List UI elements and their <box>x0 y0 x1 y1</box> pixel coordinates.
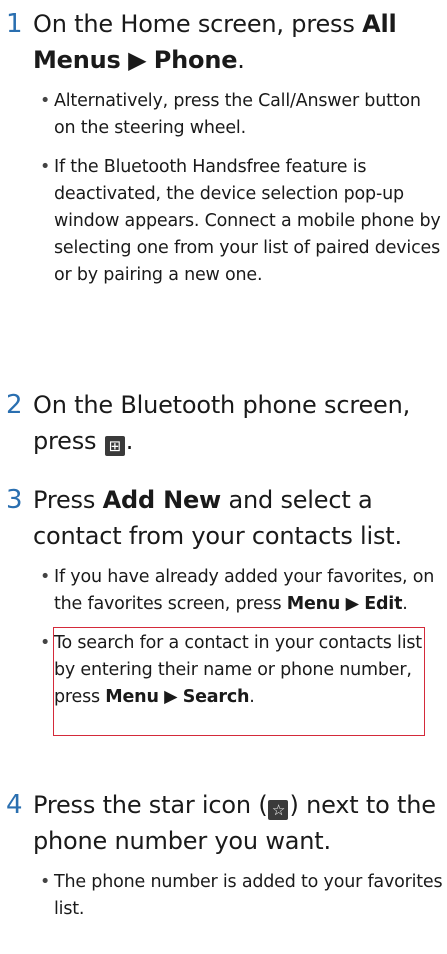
bullet-item: The phone number is added to your favori… <box>40 869 447 923</box>
step-text-part: . <box>237 46 245 74</box>
step-text-part: On the Bluetooth phone screen, press <box>33 391 411 455</box>
arrow-icon: ▶ <box>164 687 178 707</box>
menu-label-phone: Phone <box>153 46 238 74</box>
step-text: Press Add New and select a contact from … <box>33 482 447 554</box>
page: 1 On the Home screen, press All Menus ▶ … <box>0 0 447 954</box>
step-text-part: Press the star icon ( <box>33 791 268 819</box>
bullet-item: Alternatively, press the Call/Answer but… <box>40 88 447 142</box>
step-number: 1 <box>6 9 23 39</box>
step-2: 2 On the Bluetooth phone screen, press ⊞… <box>6 387 447 459</box>
step-text: On the Bluetooth phone screen, press ⊞. <box>33 387 447 459</box>
menu-label-search: Search <box>182 687 250 707</box>
menu-label-edit: Edit <box>364 594 403 614</box>
step-text: On the Home screen, press All Menus ▶ Ph… <box>33 6 447 78</box>
menu-label-menu: Menu <box>286 594 341 614</box>
bullet-item: If you have already added your favorites… <box>40 564 447 618</box>
bullet-list: Alternatively, press the Call/Answer but… <box>6 88 447 289</box>
arrow-icon: ▶ <box>345 594 359 614</box>
bullet-item: If the Bluetooth Handsfree feature is de… <box>40 154 447 289</box>
bullet-item: To search for a contact in your contacts… <box>40 630 447 711</box>
step-number: 4 <box>6 790 23 820</box>
step-text: Press the star icon (☆) next to the phon… <box>33 787 447 859</box>
step-number: 2 <box>6 390 23 420</box>
bullet-text: . <box>402 594 408 614</box>
star-icon: ☆ <box>268 800 289 820</box>
step-4: 4 Press the star icon (☆) next to the ph… <box>6 787 447 935</box>
step-text-part: On the Home screen, press <box>33 10 363 38</box>
add-favorite-icon: ⊞ <box>104 436 125 456</box>
step-text-part: Press <box>33 486 103 514</box>
step-text-part: . <box>125 427 134 455</box>
bullet-list: The phone number is added to your favori… <box>6 869 447 923</box>
bullet-text: . <box>249 687 255 707</box>
bullet-list: If you have already added your favorites… <box>6 564 447 711</box>
step-3: 3 Press Add New and select a contact fro… <box>6 482 447 723</box>
arrow-icon: ▶ <box>128 46 147 74</box>
menu-label-menu: Menu <box>105 687 159 707</box>
button-label-add-new: Add New <box>102 486 222 514</box>
step-1: 1 On the Home screen, press All Menus ▶ … <box>6 6 447 301</box>
step-number: 3 <box>6 485 23 515</box>
